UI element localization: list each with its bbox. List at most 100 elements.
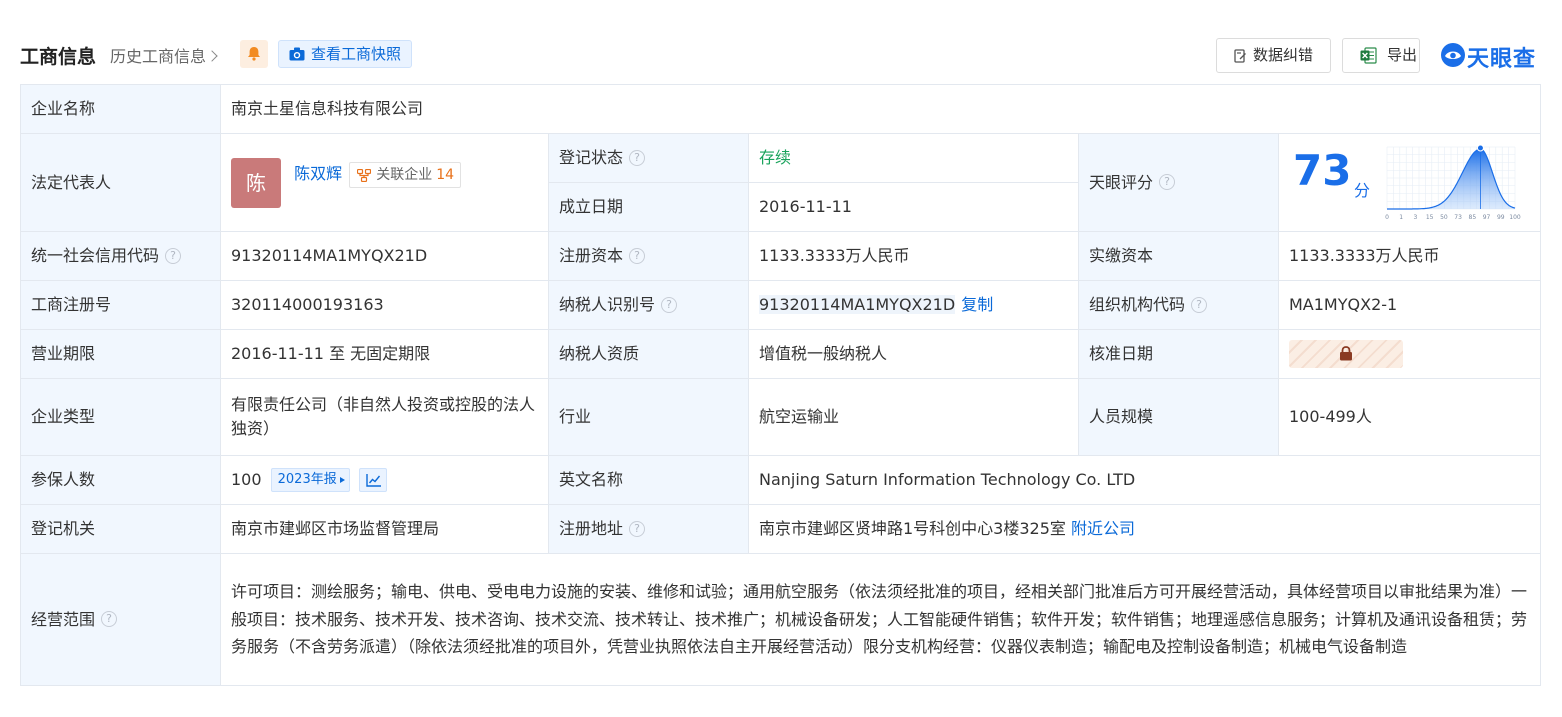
- reg-address-label: 注册地址: [559, 519, 624, 538]
- copy-button[interactable]: 复制: [961, 295, 993, 314]
- legal-rep-cell: 陈 陈双辉 关联企业 14: [220, 133, 549, 232]
- insured-count-cell: 100 2023年报: [220, 455, 549, 505]
- reg-capital-value: 1133.3333万人民币: [748, 231, 1079, 281]
- staff-size-value: 100-499人: [1277, 378, 1542, 456]
- history-link[interactable]: 历史工商信息: [110, 43, 218, 67]
- help-icon[interactable]: ?: [629, 149, 646, 166]
- reg-status-label: 登记状态: [559, 148, 624, 167]
- trend-chart-button[interactable]: [358, 468, 387, 493]
- help-icon[interactable]: ?: [1191, 296, 1208, 313]
- section-title: 工商信息: [20, 46, 97, 68]
- business-scope-label: 经营范围: [31, 609, 96, 629]
- insured-count-value: 100: [231, 469, 262, 489]
- lock-icon: [1340, 346, 1352, 361]
- business-scope-label-cell: 经营范围?: [20, 553, 221, 686]
- score-label: 天眼评分: [1089, 172, 1154, 192]
- camera-icon: [289, 47, 305, 61]
- table-row: 经营范围? 许可项目：测绘服务；输电、供电、受电电力设施的安装、维修和试验；通用…: [20, 553, 1542, 686]
- reg-capital-label: 注册资本: [559, 246, 624, 265]
- credit-code-label-cell: 统一社会信用代码?: [20, 231, 221, 281]
- reg-address-label-cell: 注册地址?: [548, 504, 749, 554]
- taxpayer-id-value: 91320114MA1MYQX21D: [759, 295, 956, 314]
- help-icon[interactable]: ?: [629, 520, 646, 537]
- table-row: 营业期限 2016-11-11 至 无固定期限 纳税人资质 增值税一般纳税人 核…: [20, 329, 1542, 379]
- reg-status-label-cell: 登记状态?: [548, 133, 749, 183]
- founded-value: 2016-11-11: [748, 182, 1079, 232]
- axis-tick-label: 0: [1385, 214, 1389, 221]
- axis-tick-label: 15: [1426, 214, 1434, 221]
- score-number: 73: [1293, 145, 1352, 195]
- org-code-value: MA1MYQX2-1: [1277, 280, 1542, 330]
- monitor-bell-button[interactable]: [240, 40, 268, 68]
- data-correction-button[interactable]: 数据纠错: [1216, 38, 1331, 73]
- axis-tick-label: 50: [1440, 214, 1448, 221]
- nearby-companies-link[interactable]: 附近公司: [1071, 519, 1135, 538]
- help-icon[interactable]: ?: [1159, 174, 1176, 190]
- legal-rep-name-link[interactable]: 陈双辉: [294, 164, 342, 183]
- data-correction-label: 数据纠错: [1253, 46, 1314, 64]
- axis-tick-label: 3: [1414, 214, 1418, 221]
- credit-code-label: 统一社会信用代码: [31, 246, 160, 265]
- export-label: 导出: [1387, 46, 1418, 64]
- chevron-right-icon: [206, 50, 218, 62]
- business-scope-value: 许可项目：测绘服务；输电、供电、受电电力设施的安装、维修和试验；通用航空服务（依…: [219, 553, 1542, 686]
- related-companies-label: 关联企业: [376, 166, 433, 183]
- year-report-dropdown[interactable]: 2023年报: [270, 468, 350, 493]
- axis-tick-label: 99: [1497, 214, 1505, 221]
- trend-chart-icon: [366, 474, 381, 487]
- bell-icon: [248, 47, 260, 61]
- table-row: 企业名称 南京土星信息科技有限公司: [20, 84, 1542, 134]
- founded-label: 成立日期: [548, 182, 749, 232]
- table-row: 统一社会信用代码? 91320114MA1MYQX21D 注册资本? 1133.…: [20, 231, 1542, 281]
- score-label-cell: 天眼评分?: [1078, 133, 1279, 232]
- industry-value: 航空运输业: [748, 378, 1079, 456]
- paid-capital-value: 1133.3333万人民币: [1277, 231, 1542, 281]
- score-cell[interactable]: 73 分 0 1 3 15 50 73 85 97 99 100: [1277, 133, 1542, 232]
- reg-address-cell: 南京市建邺区贤坤路1号科创中心3楼325室 附近公司: [747, 504, 1542, 554]
- business-term-label: 营业期限: [20, 329, 221, 379]
- table-row: 登记机关 南京市建邺区市场监督管理局 注册地址? 南京市建邺区贤坤路1号科创中心…: [20, 504, 1542, 554]
- brand-name: 天眼查: [1467, 47, 1537, 72]
- snapshot-button[interactable]: 查看工商快照: [278, 40, 412, 68]
- axis-tick-label: 73: [1454, 214, 1462, 221]
- locked-content-button[interactable]: [1289, 340, 1403, 368]
- reg-number-value: 320114000193163: [220, 280, 549, 330]
- table-row: 企业类型 有限责任公司（非自然人投资或控股的法人独资） 行业 航空运输业 人员规…: [20, 378, 1542, 456]
- insured-count-label: 参保人数: [20, 455, 221, 505]
- org-code-label: 组织机构代码: [1089, 295, 1186, 314]
- reg-address-value: 南京市建邺区贤坤路1号科创中心3楼325室: [759, 519, 1066, 538]
- reg-number-label: 工商注册号: [20, 280, 221, 330]
- snapshot-button-label: 查看工商快照: [311, 45, 402, 63]
- english-name-value: Nanjing Saturn Information Technology Co…: [747, 455, 1542, 505]
- caret-right-icon: [339, 477, 345, 484]
- paid-capital-label: 实缴资本: [1078, 231, 1279, 281]
- axis-tick-label: 100: [1509, 214, 1521, 221]
- help-icon[interactable]: ?: [101, 611, 118, 627]
- axis-tick-label: 1: [1399, 214, 1403, 221]
- export-button[interactable]: 导出: [1342, 38, 1420, 73]
- history-link-label: 历史工商信息: [110, 47, 207, 66]
- reg-capital-label-cell: 注册资本?: [548, 231, 749, 281]
- legal-rep-label: 法定代表人: [20, 133, 221, 232]
- company-name-label: 企业名称: [20, 84, 221, 134]
- network-icon: [357, 168, 372, 182]
- business-info-table: 企业名称 南京土星信息科技有限公司 法定代表人 陈 陈双辉 关联企业 14 登记状…: [20, 84, 1542, 686]
- legal-rep-info: 陈双辉 关联企业 14: [294, 161, 462, 188]
- org-code-label-cell: 组织机构代码?: [1078, 280, 1279, 330]
- taxpayer-quality-label: 纳税人资质: [548, 329, 749, 379]
- reg-authority-label: 登记机关: [20, 504, 221, 554]
- credit-code-value: 91320114MA1MYQX21D: [220, 231, 549, 281]
- company-type-value: 有限责任公司（非自然人投资或控股的法人独资）: [220, 378, 549, 456]
- approval-date-label: 核准日期: [1078, 329, 1279, 379]
- score-distribution-chart: 0 1 3 15 50 73 85 97 99 100: [1385, 144, 1521, 221]
- staff-size-label: 人员规模: [1078, 378, 1279, 456]
- related-companies-button[interactable]: 关联企业 14: [349, 161, 462, 188]
- taxpayer-id-label-cell: 纳税人识别号?: [548, 280, 749, 330]
- axis-tick-label: 97: [1483, 214, 1491, 221]
- related-companies-count: 14: [436, 166, 455, 183]
- help-icon[interactable]: ?: [165, 247, 182, 264]
- taxpayer-id-label: 纳税人识别号: [559, 295, 656, 314]
- approval-date-cell: [1277, 329, 1542, 379]
- help-icon[interactable]: ?: [661, 296, 678, 313]
- help-icon[interactable]: ?: [629, 247, 646, 264]
